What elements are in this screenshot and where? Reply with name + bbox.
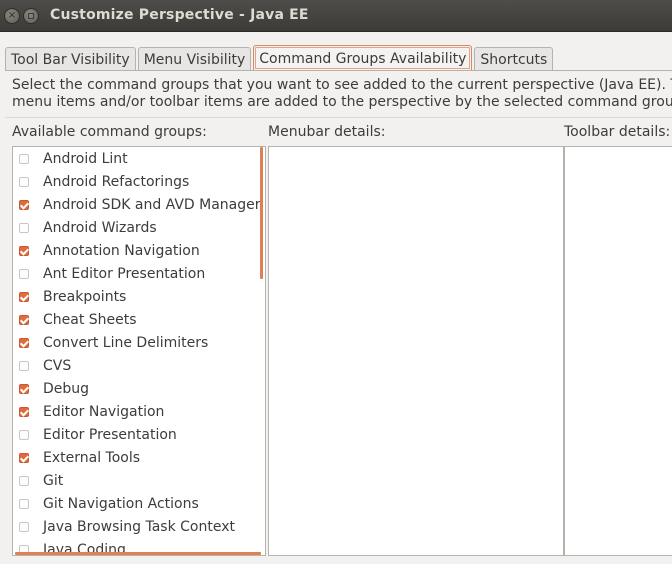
checkbox[interactable] <box>19 176 29 187</box>
list-item[interactable]: Debug <box>13 377 261 400</box>
checkbox[interactable] <box>19 222 29 233</box>
checkbox[interactable] <box>19 360 29 371</box>
maximize-window-button[interactable] <box>23 8 39 24</box>
tab-panel-border <box>5 70 672 71</box>
close-window-button[interactable]: × <box>4 8 20 24</box>
title-bar: × Customize Perspective - Java EE <box>0 0 672 32</box>
list-item[interactable]: External Tools <box>13 446 261 469</box>
tab-tool-bar-visibility[interactable]: Tool Bar Visibility <box>5 47 136 71</box>
checkbox[interactable] <box>19 429 29 440</box>
horizontal-scrollbar[interactable] <box>15 552 261 555</box>
list-item-label: Git Navigation Actions <box>43 495 199 512</box>
list-item-label: Debug <box>43 380 90 397</box>
list-item-label: External Tools <box>43 449 141 466</box>
list-item[interactable]: Editor Navigation <box>13 400 261 423</box>
list-item-label: Annotation Navigation <box>43 242 200 259</box>
checkbox[interactable] <box>19 475 29 486</box>
checkbox[interactable] <box>19 452 29 463</box>
checkbox[interactable] <box>19 383 29 394</box>
list-item-label: Convert Line Delimiters <box>43 334 209 351</box>
list-item[interactable]: Editor Presentation <box>13 423 261 446</box>
list-item[interactable]: CVS <box>13 354 261 377</box>
list-item-label: Android SDK and AVD Manager <box>43 196 261 213</box>
close-icon: × <box>7 10 17 21</box>
list-item-label: Android Lint <box>43 150 128 167</box>
tab-command-groups-availability[interactable]: Command Groups Availability <box>253 45 473 71</box>
list-item[interactable]: Convert Line Delimiters <box>13 331 261 354</box>
checkbox[interactable] <box>19 199 29 210</box>
checkbox[interactable] <box>19 153 29 164</box>
list-item[interactable]: Android Lint <box>13 147 261 170</box>
window-title: Customize Perspective - Java EE <box>50 7 309 23</box>
toolbar-details-panel[interactable] <box>564 146 672 556</box>
toolbar-details-label: Toolbar details: <box>564 124 671 140</box>
checkbox[interactable] <box>19 291 29 302</box>
list-item[interactable]: Android Refactorings <box>13 170 261 193</box>
list-item-label: Git <box>43 472 64 489</box>
menubar-details-label: Menubar details: <box>268 124 386 140</box>
available-groups-label: Available command groups: <box>12 124 207 140</box>
tab-shortcuts[interactable]: Shortcuts <box>474 47 554 71</box>
description-line-1: Select the command groups that you want … <box>12 77 672 93</box>
maximize-icon <box>28 13 34 19</box>
vertical-scrollbar[interactable] <box>260 147 263 279</box>
checkbox[interactable] <box>19 337 29 348</box>
list-item-label: Android Refactorings <box>43 173 190 190</box>
menubar-details-panel[interactable] <box>268 146 564 556</box>
description-text: Select the command groups that you want … <box>12 77 672 111</box>
list-item-label: CVS <box>43 357 72 374</box>
checkbox[interactable] <box>19 314 29 325</box>
list-item[interactable]: Git <box>13 469 261 492</box>
list-item[interactable]: Breakpoints <box>13 285 261 308</box>
list-item[interactable]: Java Browsing Task Context <box>13 515 261 538</box>
tab-menu-visibility[interactable]: Menu Visibility <box>137 47 252 71</box>
command-groups-list[interactable]: Android Lint Android Refactorings Android … <box>12 146 266 556</box>
list-item[interactable]: Android SDK and AVD Manager <box>13 193 261 216</box>
checkbox[interactable] <box>19 245 29 256</box>
list-item[interactable]: Cheat Sheets <box>13 308 261 331</box>
list-item-label: Editor Navigation <box>43 403 165 420</box>
list-item[interactable]: Ant Editor Presentation <box>13 262 261 285</box>
list-item[interactable]: Git Navigation Actions <box>13 492 261 515</box>
separator <box>5 117 672 118</box>
checkbox[interactable] <box>19 406 29 417</box>
tab-bar: Tool Bar Visibility Menu Visibility Comm… <box>5 45 555 71</box>
list-item-label: Java Browsing Task Context <box>43 518 235 535</box>
list-item-label: Cheat Sheets <box>43 311 137 328</box>
list-item-label: Breakpoints <box>43 288 127 305</box>
list-item-label: Ant Editor Presentation <box>43 265 206 282</box>
command-groups-items: Android Lint Android Refactorings Android … <box>13 147 261 555</box>
list-item[interactable]: Annotation Navigation <box>13 239 261 262</box>
list-item[interactable]: Android Wizards <box>13 216 261 239</box>
list-item-label: Editor Presentation <box>43 426 177 443</box>
description-line-2: menu items and/or toolbar items are adde… <box>12 94 672 110</box>
checkbox[interactable] <box>19 268 29 279</box>
list-item-label: Android Wizards <box>43 219 157 236</box>
checkbox[interactable] <box>19 498 29 509</box>
checkbox[interactable] <box>19 521 29 532</box>
